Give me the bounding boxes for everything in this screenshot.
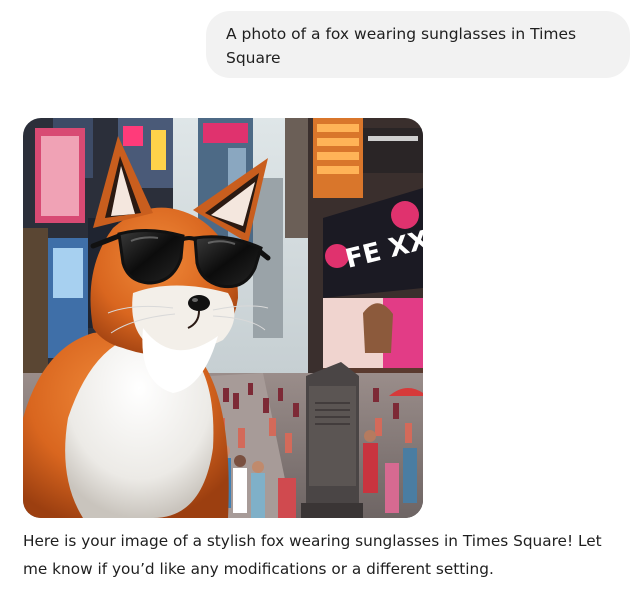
chat-conversation: A photo of a fox wearing sunglasses in T… [0,0,644,595]
user-message-bubble: A photo of a fox wearing sunglasses in T… [206,11,630,78]
generated-image[interactable]: FE XX [23,118,423,518]
assistant-message-text: Here is your image of a stylish fox wear… [23,532,602,578]
user-message-text: A photo of a fox wearing sunglasses in T… [226,25,577,67]
